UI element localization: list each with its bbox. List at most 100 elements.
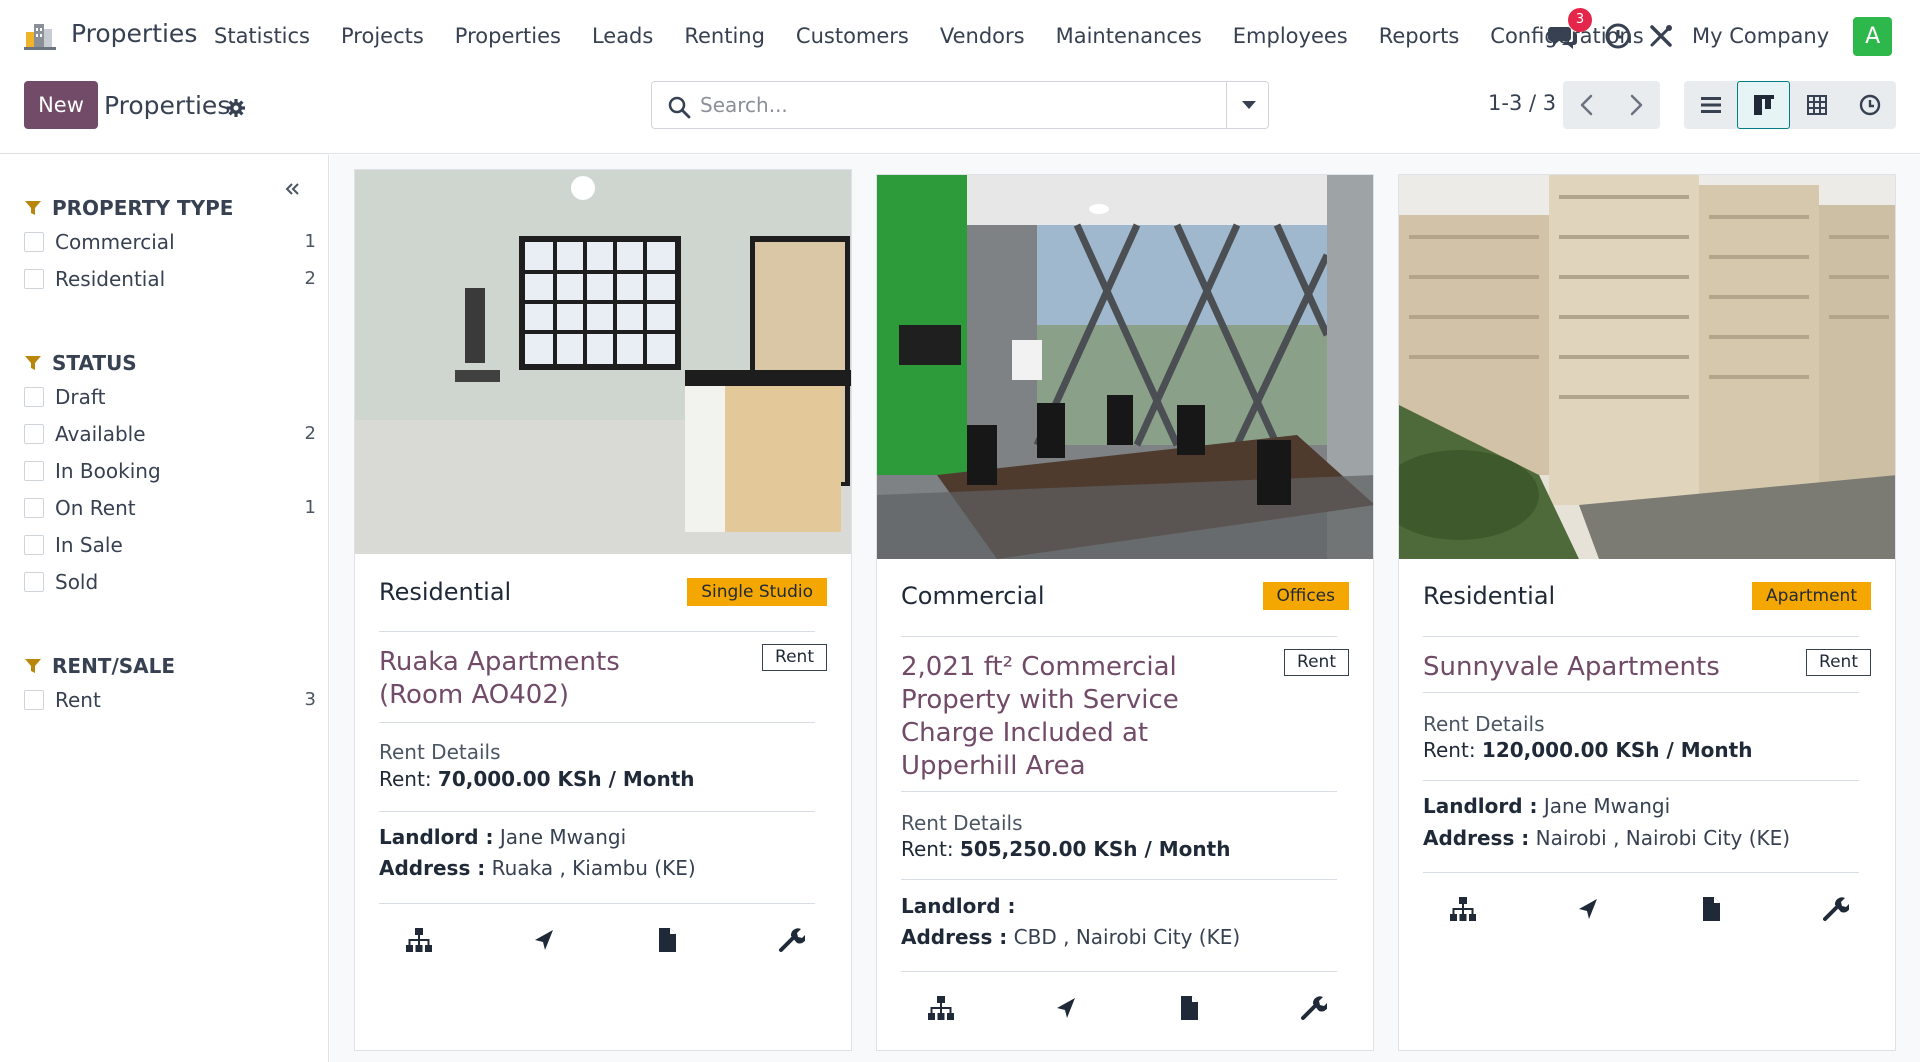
menu-item-statistics[interactable]: Statistics bbox=[214, 24, 310, 48]
rent-amount-line: Rent: 120,000.00 KSh / Month bbox=[1423, 738, 1752, 762]
menu-item-customers[interactable]: Customers bbox=[796, 24, 909, 48]
property-category: Residential bbox=[1423, 582, 1556, 610]
wrench-icon[interactable] bbox=[777, 926, 805, 954]
facet-available[interactable]: Available 2 bbox=[24, 415, 316, 452]
checkbox[interactable] bbox=[24, 231, 44, 252]
messages-count-badge: 3 bbox=[1568, 8, 1592, 32]
menu-item-properties[interactable]: Properties bbox=[455, 24, 561, 48]
address-line: Address : CBD , Nairobi City (KE) bbox=[901, 925, 1240, 949]
rent-amount: 505,250.00 KSh / Month bbox=[959, 837, 1231, 861]
facet-in-booking[interactable]: In Booking bbox=[24, 452, 314, 489]
address-value: Nairobi , Nairobi City (KE) bbox=[1535, 826, 1791, 850]
facet-sold[interactable]: Sold bbox=[24, 563, 314, 600]
checkbox[interactable] bbox=[24, 571, 44, 592]
facet-label: Draft bbox=[55, 384, 106, 409]
divider bbox=[901, 879, 1337, 880]
property-name[interactable]: 2,021 ft² Commercial Property with Servi… bbox=[901, 651, 1211, 783]
facet-draft[interactable]: Draft bbox=[24, 378, 314, 415]
pager-buttons bbox=[1563, 81, 1660, 129]
wrench-icon[interactable] bbox=[1821, 895, 1849, 923]
menu-item-maintenances[interactable]: Maintenances bbox=[1056, 24, 1202, 48]
wrench-icon[interactable] bbox=[1299, 994, 1327, 1022]
rent-mode-badge: Rent bbox=[762, 644, 827, 671]
chevron-left-icon bbox=[1580, 94, 1593, 116]
document-icon[interactable] bbox=[1175, 994, 1203, 1022]
location-arrow-icon[interactable] bbox=[1051, 994, 1079, 1022]
property-card[interactable]: Residential Apartment Sunnyvale Apartmen… bbox=[1398, 174, 1896, 1051]
new-button[interactable]: New bbox=[24, 81, 98, 129]
apartment-building-photo bbox=[1399, 175, 1895, 559]
filter-icon bbox=[25, 659, 41, 673]
pivot-view-button[interactable] bbox=[1790, 81, 1843, 129]
company-switcher[interactable]: My Company bbox=[1692, 24, 1829, 48]
tools-icon[interactable] bbox=[1648, 23, 1674, 49]
facet-count: 3 bbox=[304, 689, 316, 710]
pager-value[interactable]: 1-3 / 3 bbox=[1488, 91, 1556, 115]
menu-item-leads[interactable]: Leads bbox=[592, 24, 653, 48]
address-label: Address : bbox=[901, 925, 1008, 949]
landlord-line: Landlord : Jane Mwangi bbox=[1423, 794, 1670, 818]
checkbox[interactable] bbox=[24, 268, 44, 289]
divider bbox=[379, 631, 815, 632]
property-category: Commercial bbox=[901, 582, 1045, 610]
divider bbox=[379, 903, 815, 904]
list-icon bbox=[1700, 97, 1721, 113]
facet-count: 1 bbox=[304, 231, 316, 252]
divider bbox=[901, 971, 1337, 972]
checkbox[interactable] bbox=[24, 534, 44, 555]
messages-button[interactable]: 3 bbox=[1548, 8, 1592, 51]
search-bar bbox=[651, 81, 1269, 129]
activity-view-button[interactable] bbox=[1843, 81, 1896, 129]
property-name[interactable]: Sunnyvale Apartments bbox=[1423, 651, 1733, 684]
rent-amount: 70,000.00 KSh / Month bbox=[437, 767, 695, 791]
kanban-view-button[interactable] bbox=[1737, 81, 1790, 129]
divider bbox=[1423, 872, 1859, 873]
rent-details-label: Rent Details bbox=[1423, 712, 1545, 736]
search-icon bbox=[668, 96, 691, 119]
checkbox[interactable] bbox=[24, 689, 44, 710]
search-input[interactable] bbox=[700, 90, 1200, 120]
rent-amount-line: Rent: 70,000.00 KSh / Month bbox=[379, 767, 695, 791]
location-arrow-icon[interactable] bbox=[1573, 895, 1601, 923]
facet-in-sale[interactable]: In Sale bbox=[24, 526, 314, 563]
building-icon[interactable] bbox=[24, 20, 56, 50]
pager-next-button[interactable] bbox=[1612, 81, 1660, 129]
rent-prefix: Rent: bbox=[901, 837, 954, 861]
menu-item-vendors[interactable]: Vendors bbox=[940, 24, 1025, 48]
document-icon[interactable] bbox=[653, 926, 681, 954]
location-arrow-icon[interactable] bbox=[529, 926, 557, 954]
chevron-down-icon bbox=[1242, 101, 1256, 109]
landlord-line: Landlord : Jane Mwangi bbox=[379, 825, 626, 849]
menu-item-employees[interactable]: Employees bbox=[1233, 24, 1348, 48]
facet-label: Commercial bbox=[55, 229, 175, 254]
list-view-button[interactable] bbox=[1684, 81, 1737, 129]
pager-previous-button[interactable] bbox=[1563, 81, 1611, 129]
checkbox[interactable] bbox=[24, 386, 44, 407]
facet-commercial[interactable]: Commercial 1 bbox=[24, 223, 316, 260]
checkbox[interactable] bbox=[24, 460, 44, 481]
hierarchy-icon[interactable] bbox=[405, 926, 433, 954]
menu-item-renting[interactable]: Renting bbox=[684, 24, 765, 48]
facet-on-rent[interactable]: On Rent 1 bbox=[24, 489, 316, 526]
gear-icon[interactable] bbox=[226, 98, 246, 118]
app-title[interactable]: Properties bbox=[71, 19, 197, 48]
facet-rent[interactable]: Rent 3 bbox=[24, 681, 316, 718]
property-card[interactable]: Residential Single Studio Ruaka Apartmen… bbox=[354, 169, 852, 1051]
clock-icon[interactable] bbox=[1604, 22, 1632, 50]
facet-label: Rent bbox=[55, 687, 101, 712]
menu-item-projects[interactable]: Projects bbox=[341, 24, 424, 48]
checkbox[interactable] bbox=[24, 497, 44, 518]
hierarchy-icon[interactable] bbox=[1449, 895, 1477, 923]
address-label: Address : bbox=[379, 856, 486, 880]
property-tag: Single Studio bbox=[687, 578, 827, 606]
user-avatar[interactable]: A bbox=[1853, 16, 1893, 56]
rent-prefix: Rent: bbox=[379, 767, 432, 791]
hierarchy-icon[interactable] bbox=[927, 994, 955, 1022]
checkbox[interactable] bbox=[24, 423, 44, 444]
property-card[interactable]: Commercial Offices 2,021 ft² Commercial … bbox=[876, 174, 1374, 1051]
menu-item-reports[interactable]: Reports bbox=[1379, 24, 1460, 48]
facet-residential[interactable]: Residential 2 bbox=[24, 260, 316, 297]
property-name[interactable]: Ruaka Apartments (Room AO402) bbox=[379, 646, 689, 712]
search-options-toggle[interactable] bbox=[1226, 82, 1269, 128]
document-icon[interactable] bbox=[1697, 895, 1725, 923]
